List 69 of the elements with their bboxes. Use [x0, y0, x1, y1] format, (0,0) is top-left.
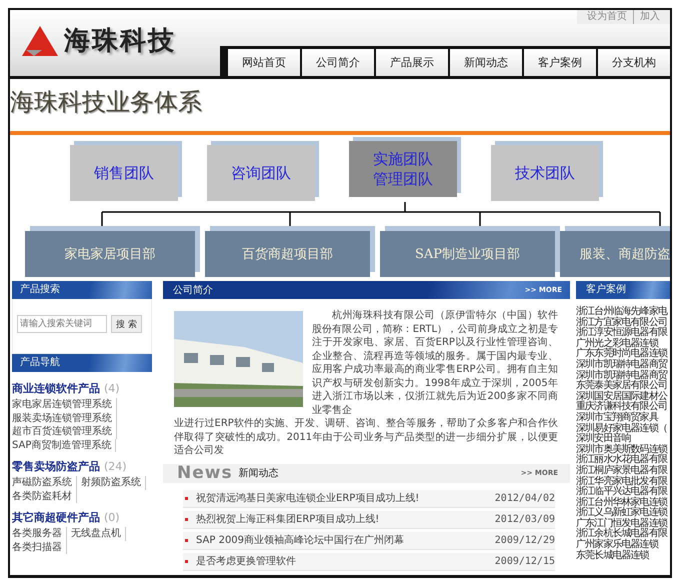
product-link[interactable]: 声磁防盗系统 — [12, 476, 77, 490]
customer-link[interactable]: 深圳市宝翔商贸家具 — [576, 412, 670, 424]
team-block: 咨询团队 — [207, 145, 315, 201]
bullet-icon — [185, 560, 188, 562]
news-date: 2009/12/15 — [494, 556, 555, 566]
customer-link[interactable]: 东莞长城电器连锁 — [576, 550, 670, 562]
nav-tab[interactable]: 网站首页 — [228, 49, 300, 76]
product-link[interactable]: 服装卖场连锁管理系统 — [12, 412, 117, 425]
team-block: 技术团队 — [491, 145, 599, 201]
panel-header: 产品导航 — [12, 354, 152, 372]
news-link[interactable]: 祝贺清远鸿基日美家电连锁企业ERP项目成功上线! — [196, 491, 420, 505]
nav-tab[interactable]: 分支机构 — [598, 49, 670, 76]
triangle-logo-icon — [22, 26, 58, 56]
team-block: 销售团队 — [70, 145, 178, 201]
product-link[interactable]: 各类防盗耗材 — [12, 490, 77, 503]
category-count: (0) — [104, 510, 120, 526]
product-link[interactable]: 家电家居连锁管理系统 — [12, 398, 117, 412]
category-count: (24) — [104, 459, 127, 475]
category-count: (4) — [104, 381, 120, 397]
news-logo-text: News — [177, 464, 233, 482]
section-title: 新闻动态 — [238, 466, 279, 480]
company-intro-paragraph: 杭州海珠科技有限公司（原伊雷特尔（中国）软件股份有限公司，简称：ERTL），公司前身成立之初是专注于开发家电、家居、百货ERP以及行业性管理咨询、企业整合、流程再造等领域的服务。属于国内最专业、应用客户成功率最高的商业零售ERP公司。拥有自主知识产权与研发创新实力。1998年成立于深圳，2005年进入浙江市场以来，仅浙江就先后为近200多家不同商业零售企 — [312, 309, 558, 417]
news-link[interactable]: 热烈祝贺上海正科集团ERP项目成功上线! — [196, 512, 380, 526]
customer-link[interactable]: 深圳市凯瑞特电器商贸 — [576, 360, 670, 371]
customer-link[interactable]: 浙江淳安恒源电器有限 — [576, 328, 670, 339]
panel-header: 产品搜索 — [12, 281, 152, 299]
customer-link[interactable]: 广东东莞时尚电器连锁 — [576, 349, 670, 360]
customer-link[interactable]: 重庆济谦科技有限公司 — [576, 402, 670, 413]
department-block: 家电家居项目部 — [25, 231, 195, 277]
customer-link[interactable]: 东莞泰美家居有限公司 — [576, 381, 670, 392]
product-link[interactable]: 超市百货连锁管理系统 — [12, 425, 117, 438]
banner-title: 海珠科技业务体系 — [10, 87, 203, 118]
news-date: 2012/04/02 — [494, 492, 555, 504]
bullet-icon — [185, 538, 188, 542]
news-link[interactable]: 是否考虑更换管理软件 — [196, 554, 296, 568]
product-link[interactable]: 无线盘点机 — [71, 527, 126, 540]
customer-link[interactable]: 浙江义乌新虹家电连锁 — [576, 508, 670, 519]
section-title: 公司简介 — [173, 284, 213, 297]
product-link[interactable]: 射频防盗系统 — [81, 476, 146, 490]
search-button[interactable]: 搜 索 — [111, 315, 142, 333]
company-intro-paragraph: 业进行过ERP软件的实施、开发、调研、咨询、整合等服务，帮助了众多客户和合作伙伴取得了突破性的成功。2011年由于公司业务与产品类型的进一步细分扩展，以便更适合公司发 — [174, 417, 558, 458]
nav-tab[interactable]: 新闻动态 — [450, 49, 522, 76]
customer-link[interactable]: 深圳安田音响 — [576, 434, 670, 445]
news-link[interactable]: SAP 2009商业领袖高峰论坛中国行在广州闭幕 — [196, 533, 404, 547]
panel-header: 客户案例 — [576, 281, 670, 299]
team-block: 实施团队 管理团队 — [349, 141, 457, 197]
news-date: 2009/12/29 — [494, 534, 555, 546]
search-field[interactable]: 请输入搜索关键词 — [17, 315, 107, 333]
nav-tab[interactable]: 客户案例 — [524, 49, 596, 76]
nav-tab[interactable]: 产品展示 — [376, 49, 448, 76]
bullet-icon — [185, 496, 188, 500]
product-link[interactable]: SAP商贸制造管理系统 — [12, 438, 116, 452]
customer-link[interactable]: 浙江桐庐家景电器有限 — [576, 466, 670, 476]
company-logo-text: 海珠科技 — [64, 26, 176, 56]
category-link[interactable]: 商业连锁软件产品 — [12, 380, 100, 398]
product-link[interactable]: 各类扫描器 — [12, 540, 67, 554]
news-date: 2012/03/09 — [494, 514, 555, 524]
customer-link[interactable]: 浙江台州临海先峰家电 — [576, 307, 670, 318]
customer-link[interactable]: 浙江丽水水花电器有限 — [576, 455, 670, 466]
customer-link[interactable]: 广州家家乐电器连锁 — [576, 540, 670, 551]
department-block: 服装、商超防盗 — [560, 231, 670, 277]
department-block: 百货商超项目部 — [205, 231, 370, 277]
product-link[interactable]: 各类服务器 — [12, 527, 67, 540]
nav-tab[interactable]: 公司简介 — [302, 49, 374, 76]
department-block: SAP制造业项目部 — [380, 231, 555, 277]
category-link[interactable]: 其它商超硬件产品 — [12, 509, 100, 527]
bullet-icon — [185, 518, 188, 520]
category-link[interactable]: 零售卖场防盗产品 — [12, 458, 100, 476]
customer-link[interactable]: 浙江临平兴达电器有限 — [576, 487, 670, 498]
